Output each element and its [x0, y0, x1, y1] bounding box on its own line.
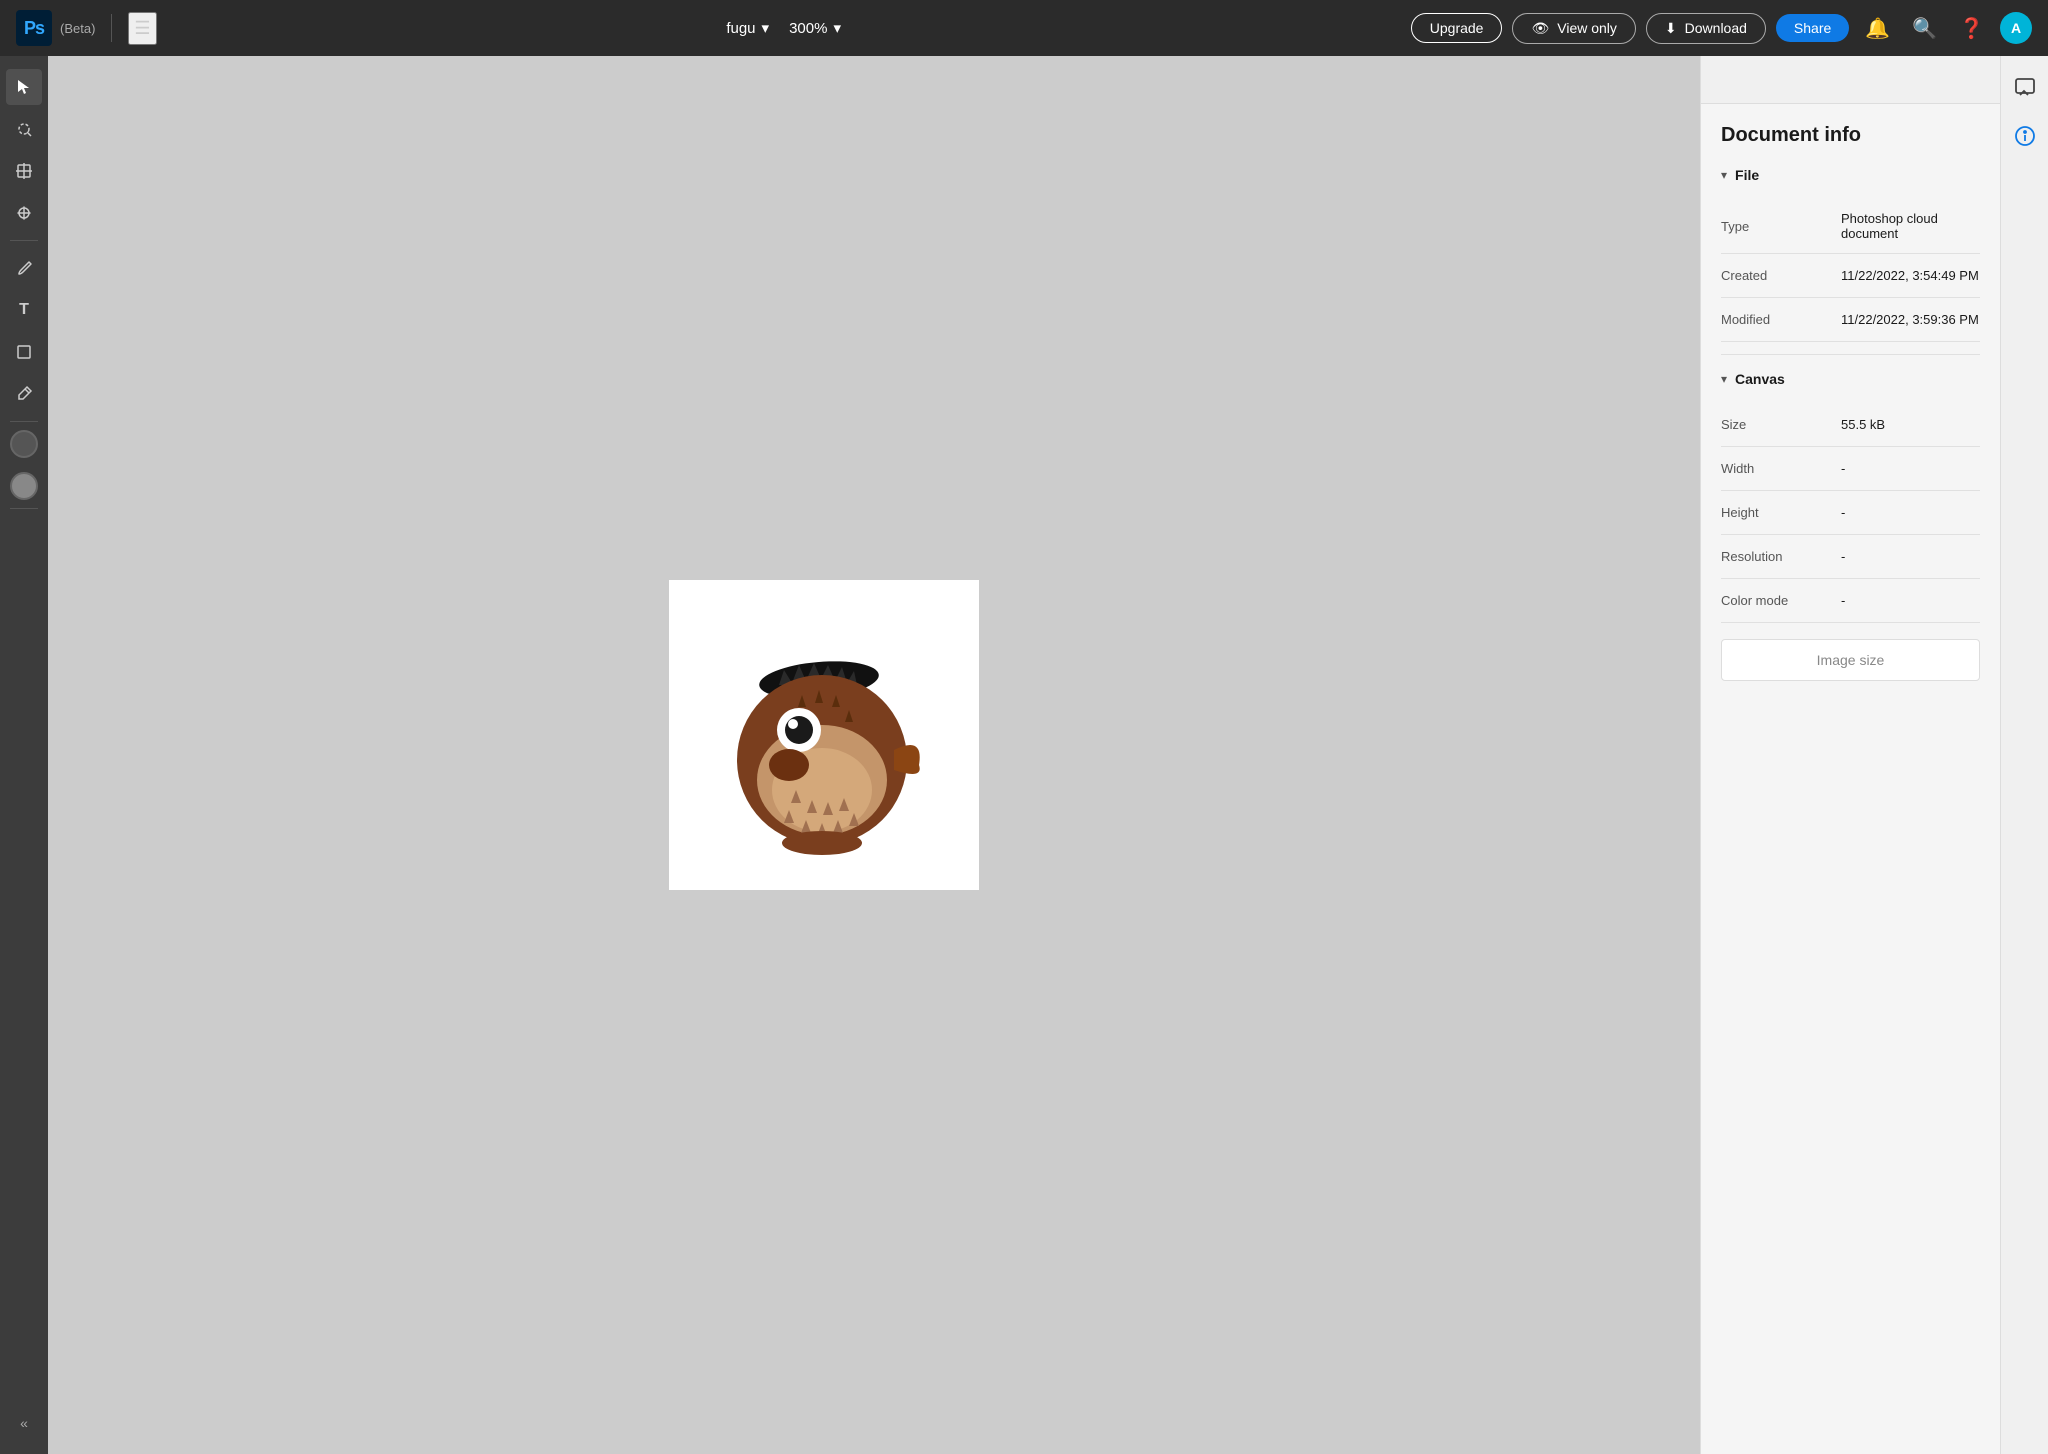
- text-icon: T: [19, 301, 29, 319]
- created-value: 11/22/2022, 3:54:49 PM: [1841, 268, 1980, 283]
- resolution-row: Resolution -: [1721, 535, 1980, 579]
- section-divider: [1721, 354, 1980, 355]
- app-logo: Ps (Beta): [16, 10, 95, 46]
- ps-icon: Ps: [16, 10, 52, 46]
- panel-title: Document info: [1721, 124, 1980, 147]
- created-label: Created: [1721, 268, 1841, 283]
- type-value: Photoshop cloud document: [1841, 211, 1980, 241]
- color-mode-value: -: [1841, 593, 1980, 608]
- comment-icon[interactable]: [2009, 72, 2041, 104]
- foreground-color-swatch[interactable]: [10, 430, 38, 458]
- size-row: Size 55.5 kB: [1721, 403, 1980, 447]
- file-section-title: File: [1735, 167, 1759, 183]
- type-row: Type Photoshop cloud document: [1721, 199, 1980, 254]
- toolbar-divider-2: [10, 421, 38, 422]
- width-value: -: [1841, 461, 1980, 476]
- lasso-tool[interactable]: [6, 111, 42, 147]
- header: Ps (Beta) ☰ fugu ▾ 300% ▾ Upgrade 👁 View…: [0, 0, 2048, 56]
- share-button[interactable]: Share: [1776, 14, 1849, 42]
- resolution-label: Resolution: [1721, 549, 1841, 564]
- canvas-section-header[interactable]: ▾ Canvas: [1721, 371, 1980, 387]
- height-value: -: [1841, 505, 1980, 520]
- resolution-value: -: [1841, 549, 1980, 564]
- transform-tool[interactable]: [6, 153, 42, 189]
- modified-row: Modified 11/22/2022, 3:59:36 PM: [1721, 298, 1980, 342]
- header-divider: [111, 14, 112, 42]
- modified-value: 11/22/2022, 3:59:36 PM: [1841, 312, 1980, 327]
- download-icon: ⬇: [1665, 20, 1677, 37]
- view-only-button[interactable]: 👁 View only: [1512, 13, 1635, 44]
- menu-button[interactable]: ☰: [128, 12, 156, 45]
- size-value: 55.5 kB: [1841, 417, 1980, 432]
- zoom-chevron-icon: ▾: [833, 19, 841, 37]
- modified-label: Modified: [1721, 312, 1841, 327]
- toolbar-divider-1: [10, 240, 38, 241]
- canvas-document: [669, 580, 979, 890]
- far-right-strip: [2000, 56, 2048, 1454]
- zoom-value: 300%: [789, 20, 827, 37]
- header-center: fugu ▾ 300% ▾: [169, 19, 1399, 37]
- upgrade-button[interactable]: Upgrade: [1411, 13, 1503, 43]
- created-row: Created 11/22/2022, 3:54:49 PM: [1721, 254, 1980, 298]
- height-row: Height -: [1721, 491, 1980, 535]
- size-label: Size: [1721, 417, 1841, 432]
- left-toolbar: T «: [0, 56, 48, 1454]
- eyedropper-tool[interactable]: [6, 376, 42, 412]
- height-label: Height: [1721, 505, 1841, 520]
- width-label: Width: [1721, 461, 1841, 476]
- file-chevron-icon: ▾: [1721, 168, 1727, 182]
- toolbar-divider-3: [10, 508, 38, 509]
- canvas-area: [48, 56, 1700, 1454]
- text-tool[interactable]: T: [6, 292, 42, 328]
- eye-icon: 👁: [1531, 20, 1549, 37]
- color-mode-row: Color mode -: [1721, 579, 1980, 623]
- width-row: Width -: [1721, 447, 1980, 491]
- heal-tool[interactable]: [6, 195, 42, 231]
- filename-chevron-icon: ▾: [762, 19, 770, 37]
- image-size-button[interactable]: Image size: [1721, 639, 1980, 681]
- shape-tool[interactable]: [6, 334, 42, 370]
- collapse-toolbar-button[interactable]: «: [6, 1405, 42, 1441]
- filename-text: fugu: [726, 20, 755, 37]
- beta-label: (Beta): [60, 21, 95, 36]
- panel-tabs: [1701, 56, 2000, 104]
- brush-tool[interactable]: [6, 250, 42, 286]
- right-panel: Document info ▾ File Type Photoshop clou…: [1700, 56, 2000, 1454]
- help-button[interactable]: ❓: [1953, 12, 1990, 45]
- info-icon[interactable]: [2009, 120, 2041, 152]
- file-section-header[interactable]: ▾ File: [1721, 167, 1980, 183]
- filename-dropdown[interactable]: fugu ▾: [726, 19, 769, 37]
- search-button[interactable]: 🔍: [1906, 12, 1943, 45]
- background-color-swatch[interactable]: [10, 472, 38, 500]
- panel-content: Document info ▾ File Type Photoshop clou…: [1701, 104, 2000, 1454]
- canvas-section-title: Canvas: [1735, 371, 1785, 387]
- avatar[interactable]: A: [2000, 12, 2032, 44]
- color-mode-label: Color mode: [1721, 593, 1841, 608]
- view-only-label: View only: [1557, 20, 1617, 36]
- type-label: Type: [1721, 219, 1841, 234]
- select-tool[interactable]: [6, 69, 42, 105]
- main-area: T «: [0, 56, 2048, 1454]
- notifications-button[interactable]: 🔔: [1859, 12, 1896, 45]
- fugu-illustration: [684, 595, 964, 875]
- download-button[interactable]: ⬇ Download: [1646, 13, 1766, 44]
- canvas-chevron-icon: ▾: [1721, 372, 1727, 386]
- download-label: Download: [1685, 20, 1747, 36]
- header-right: Upgrade 👁 View only ⬇ Download Share 🔔 🔍…: [1411, 12, 2032, 45]
- zoom-dropdown[interactable]: 300% ▾: [789, 19, 841, 37]
